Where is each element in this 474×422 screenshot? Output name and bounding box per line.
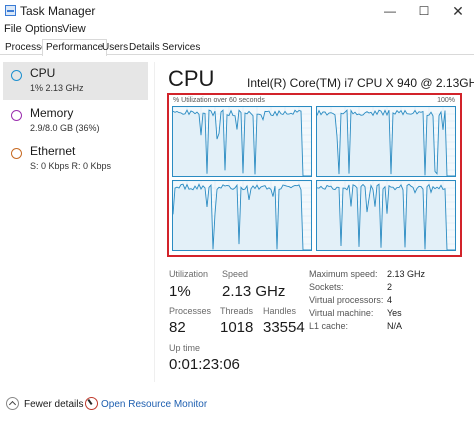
core-graph-2 — [172, 180, 312, 251]
spec-label: Maximum speed: — [309, 269, 378, 279]
spec-label: L1 cache: — [309, 321, 349, 331]
processes-value: 82 — [169, 319, 186, 336]
core-graph-0 — [172, 106, 312, 177]
menu-view[interactable]: View — [62, 23, 86, 35]
task-manager-icon — [5, 5, 16, 16]
tab-services[interactable]: Services — [158, 39, 204, 55]
tab-bar: Processes Performance Users Details Serv… — [0, 38, 474, 56]
core-graph-3-svg — [317, 181, 455, 250]
uptime-label: Up time — [169, 343, 201, 353]
spec-value: N/A — [387, 321, 403, 331]
spec-row: Sockets: 2 — [309, 282, 469, 295]
spec-label: Sockets: — [309, 282, 344, 292]
cpu-circle-icon — [11, 70, 22, 81]
chevron-up-icon[interactable] — [6, 397, 19, 410]
close-icon[interactable]: ✕ — [443, 1, 473, 21]
core-graph-1 — [316, 106, 456, 177]
spec-value: Yes — [387, 308, 402, 318]
utilization-value: 1% — [169, 283, 191, 300]
core-graph-1-svg — [317, 107, 455, 176]
spec-value: 2.13 GHz — [387, 269, 426, 279]
sidebar-item-title: Ethernet — [30, 144, 76, 158]
title-bar: Task Manager — ☐ ✕ — [0, 0, 474, 22]
memory-circle-icon — [11, 110, 22, 121]
ethernet-circle-icon — [11, 148, 22, 159]
menu-options[interactable]: Options — [25, 23, 63, 35]
sidebar-item-subtitle: 1% 2.13 GHz — [30, 83, 84, 93]
utilization-label: Utilization — [169, 269, 209, 279]
resource-monitor-icon[interactable] — [85, 397, 98, 410]
threads-label: Threads — [220, 306, 254, 316]
page-title: CPU — [168, 66, 215, 91]
sidebar-divider — [154, 62, 155, 382]
window-title: Task Manager — [20, 4, 96, 18]
sidebar-item-title: CPU — [30, 66, 56, 80]
threads-value: 1018 — [220, 319, 254, 336]
fewer-details-button[interactable]: Fewer details — [24, 399, 83, 410]
sidebar-item-subtitle: 2.9/8.0 GB (36%) — [30, 123, 100, 133]
sidebar-item-cpu[interactable]: CPU 1% 2.13 GHz — [3, 62, 148, 100]
sidebar-item-ethernet[interactable]: Ethernet S: 0 Kbps R: 0 Kbps — [3, 140, 148, 178]
cpu-model-name: Intel(R) Core(TM) i7 CPU X 940 @ 2.13GHz — [247, 76, 474, 90]
sidebar-item-subtitle: S: 0 Kbps R: 0 Kbps — [30, 161, 112, 171]
sidebar: CPU 1% 2.13 GHz Memory 2.9/8.0 GB (36%) … — [0, 62, 150, 382]
core-graph-0-svg — [173, 107, 311, 176]
speed-value: 2.13 GHz — [222, 283, 286, 300]
sidebar-item-memory[interactable]: Memory 2.9/8.0 GB (36%) — [3, 102, 148, 140]
spec-row: Virtual processors: 4 — [309, 295, 469, 308]
spec-row: Virtual machine: Yes — [309, 308, 469, 321]
core-graph-3 — [316, 180, 456, 251]
core-graph-2-svg — [173, 181, 311, 250]
maximize-icon[interactable]: ☐ — [409, 1, 439, 21]
spec-row: Maximum speed: 2.13 GHz — [309, 269, 469, 282]
menu-file[interactable]: File — [4, 23, 22, 35]
spec-label: Virtual machine: — [309, 308, 374, 318]
uptime-value: 0:01:23:06 — [169, 356, 240, 373]
minimize-icon[interactable]: — — [375, 1, 405, 21]
spec-value: 2 — [387, 282, 393, 292]
spec-label: Virtual processors: — [309, 295, 384, 305]
graph-max-label: 100% — [437, 97, 455, 104]
open-resource-monitor-link[interactable]: Open Resource Monitor — [101, 399, 207, 410]
cpu-utilization-graph: % Utilization over 60 seconds 100% — [167, 93, 462, 257]
handles-label: Handles — [263, 306, 297, 316]
processes-label: Processes — [169, 306, 212, 316]
graph-caption: % Utilization over 60 seconds — [173, 97, 265, 104]
sidebar-item-title: Memory — [30, 106, 74, 120]
handles-value: 33554 — [263, 319, 305, 336]
menu-bar: File Options View — [0, 22, 474, 38]
speed-label: Speed — [222, 269, 249, 279]
spec-row: L1 cache: N/A — [309, 321, 469, 334]
spec-value: 4 — [387, 295, 393, 305]
